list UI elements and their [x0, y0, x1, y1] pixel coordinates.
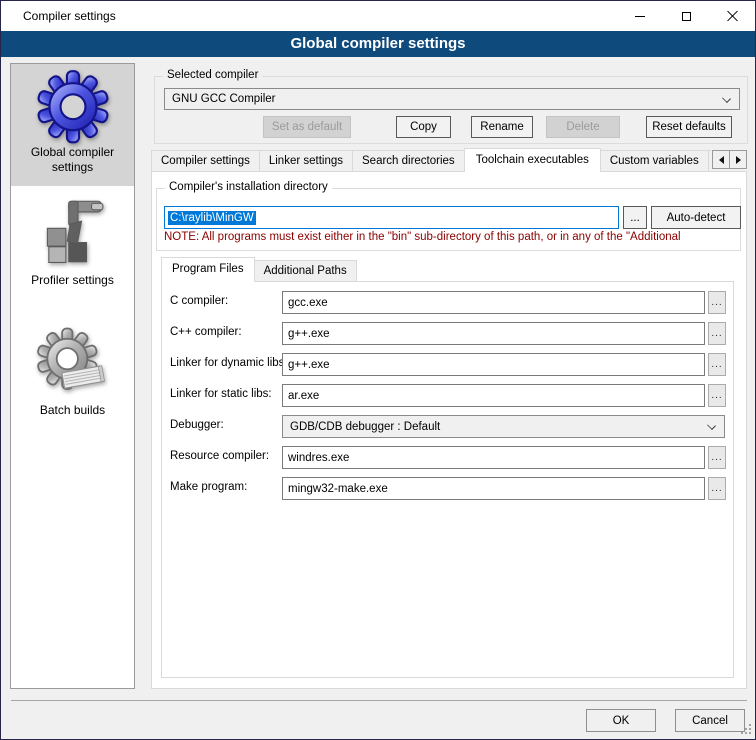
compiler-select[interactable]: GNU GCC Compiler	[164, 88, 740, 110]
auto-detect-button[interactable]: Auto-detect	[651, 206, 741, 229]
subtab-program-files[interactable]: Program Files	[161, 257, 255, 282]
maximize-icon	[682, 12, 691, 21]
subtab-additional-paths[interactable]: Additional Paths	[254, 260, 357, 282]
close-icon	[726, 10, 738, 22]
c-compiler-label: C compiler:	[170, 295, 228, 307]
select-value: GDB/CDB debugger : Default	[290, 421, 440, 433]
resource-compiler-input[interactable]	[282, 446, 705, 469]
compiler-settings-window: Compiler settings Global compiler settin…	[0, 0, 756, 740]
tab-search-directories[interactable]: Search directories	[352, 150, 465, 172]
selected-compiler-legend: Selected compiler	[163, 69, 262, 81]
linker-for-dynamic-libs-input[interactable]	[282, 353, 705, 376]
tab-custom-variables[interactable]: Custom variables	[600, 150, 709, 172]
debugger-select[interactable]: GDB/CDB debugger : Default	[282, 415, 725, 438]
reset-defaults-button[interactable]: Reset defaults	[646, 116, 732, 138]
make-program-input[interactable]	[282, 477, 705, 500]
bin-subdirectory-note: NOTE: All programs must exist either in …	[164, 231, 742, 246]
close-button[interactable]	[709, 1, 755, 31]
footer-divider	[11, 700, 747, 701]
make-program-browse-button[interactable]: ...	[708, 477, 726, 500]
browse-directory-button[interactable]: ...	[623, 206, 647, 229]
c-compiler-input[interactable]	[282, 322, 705, 345]
sidebar-item-profiler-settings[interactable]: Profiler settings	[11, 192, 134, 294]
chevron-down-icon	[707, 421, 716, 430]
linker-for-static-libs-browse-button[interactable]: ...	[708, 384, 726, 407]
main-tab-strip: Compiler settingsLinker settingsSearch d…	[151, 148, 711, 172]
tab-scroll-left-button[interactable]	[712, 150, 730, 169]
chevron-down-icon	[722, 94, 731, 103]
c-compiler-browse-button[interactable]: ...	[708, 322, 726, 345]
c-compiler-browse-button[interactable]: ...	[708, 291, 726, 314]
debugger-label: Debugger:	[170, 419, 224, 431]
minimize-icon	[635, 16, 645, 17]
program-files-panel: C compiler:... C++ compiler:... Linker for…	[161, 281, 734, 678]
resize-grip[interactable]	[749, 732, 751, 734]
linker-for-dynamic-libs-browse-button[interactable]: ...	[708, 353, 726, 376]
tab-build-options[interactable]: Build options	[708, 150, 711, 172]
tab-linker-settings[interactable]: Linker settings	[259, 150, 353, 172]
window-title: Compiler settings	[23, 9, 116, 23]
profiler-caliper-icon	[36, 196, 110, 272]
resource-compiler-label: Resource compiler:	[170, 450, 269, 462]
make-program-label: Make program:	[170, 481, 247, 493]
caption-buttons	[617, 1, 755, 31]
right-arrow-icon	[736, 156, 741, 164]
tab-scroll-right-button[interactable]	[729, 150, 747, 169]
linker-for-static-libs-label: Linker for static libs:	[170, 388, 272, 400]
set-as-default-button: Set as default	[263, 116, 351, 138]
program-files-tab-strip: Program FilesAdditional Paths	[161, 257, 356, 282]
delete-button: Delete	[546, 116, 620, 138]
installation-directory-value: C:\raylib\MinGW	[168, 211, 256, 225]
tab-scroll-arrows	[712, 150, 747, 169]
resource-compiler-browse-button[interactable]: ...	[708, 446, 726, 469]
compiler-select-value: GNU GCC Compiler	[172, 93, 276, 105]
tab-toolchain-executables[interactable]: Toolchain executables	[464, 148, 601, 172]
c-compiler-label: C++ compiler:	[170, 326, 242, 338]
minimize-button[interactable]	[617, 1, 663, 31]
installation-directory-legend: Compiler's installation directory	[165, 181, 332, 193]
rename-button[interactable]: Rename	[471, 116, 533, 138]
copy-button[interactable]: Copy	[396, 116, 451, 138]
dialog-banner: Global compiler settings	[1, 31, 755, 57]
linker-for-dynamic-libs-label: Linker for dynamic libs:	[170, 357, 288, 369]
gray-gear-stack-icon	[36, 326, 110, 402]
blue-gear-icon	[36, 68, 110, 144]
titlebar: Compiler settings	[1, 1, 755, 31]
sidebar-item-label: Batch builds	[11, 403, 134, 418]
sidebar-item-batch-builds[interactable]: Batch builds	[11, 322, 134, 418]
tab-compiler-settings[interactable]: Compiler settings	[151, 150, 260, 172]
ok-button[interactable]: OK	[586, 709, 656, 732]
maximize-button[interactable]	[663, 1, 709, 31]
installation-directory-input[interactable]: C:\raylib\MinGW	[164, 206, 619, 229]
c-compiler-input[interactable]	[282, 291, 705, 314]
sidebar-item-label: Global compiler settings	[11, 145, 134, 175]
linker-for-static-libs-input[interactable]	[282, 384, 705, 407]
category-list: Global compiler settings Profiler settin…	[10, 63, 135, 689]
left-arrow-icon	[719, 156, 724, 164]
cancel-button[interactable]: Cancel	[675, 709, 745, 732]
sidebar-item-global-compiler-settings[interactable]: Global compiler settings	[11, 64, 134, 186]
sidebar-item-label: Profiler settings	[11, 273, 134, 288]
